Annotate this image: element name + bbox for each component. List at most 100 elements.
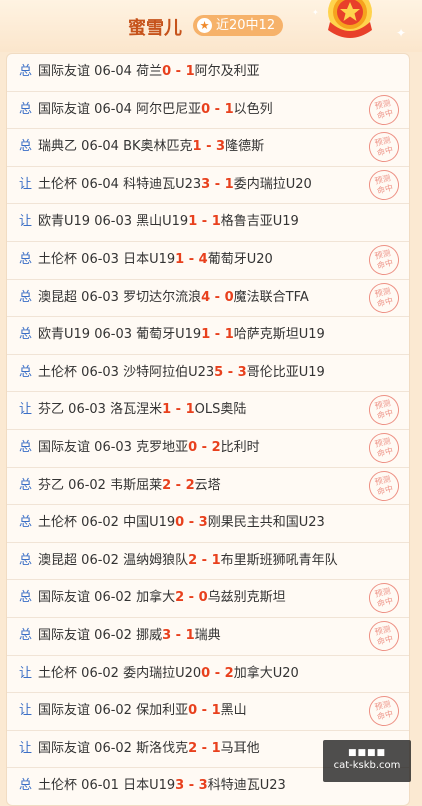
match-date: 06-02 [68,477,106,493]
match-row[interactable]: 让土伦杯 06-02 委内瑞拉U200 - 2加拿大U20 [7,656,409,694]
bet-type: 总 [19,101,33,117]
hit-stamp-icon: 预测 命中 [365,241,403,279]
expert-name: 蜜雪儿 [128,18,182,39]
match-row[interactable]: 让土伦杯 06-04 科特迪瓦U233 - 1委内瑞拉U20 预测 命中 [7,166,409,205]
home-team: 沙特阿拉伯U23 [123,364,215,380]
match-row[interactable]: 总芬乙 06-02 韦斯屈莱2 - 2云塔 预测 命中 [7,467,409,506]
league-name: 国际友谊 [38,740,91,756]
match-date: 06-03 [81,251,119,267]
record-badge: ★ 近20中12 [193,15,284,36]
away-team: 科特迪瓦U23 [207,778,286,794]
bet-type: 总 [19,778,33,794]
star-medal-icon [328,0,372,38]
bet-type: 让 [19,665,33,681]
away-team: 阿尔及利亚 [194,64,260,79]
match-date: 06-04 [81,176,119,192]
league-name: 欧青U19 [38,327,91,343]
prediction-list: 总国际友谊 06-04 荷兰0 - 1阿尔及利亚总国际友谊 06-04 阿尔巴尼… [6,53,410,806]
bet-type: 总 [19,289,33,305]
bet-type: 让 [19,176,33,192]
home-team: 日本U19 [123,251,176,267]
home-team: 韦斯屈莱 [110,477,163,493]
home-team: 荷兰 [136,64,163,79]
home-team: 黑山U19 [136,214,189,230]
match-row[interactable]: 总国际友谊 06-02 挪威3 - 1瑞典 预测 命中 [7,617,409,656]
match-date: 06-02 [94,703,132,719]
match-date: 06-04 [94,101,132,117]
hit-stamp-icon: 预测 命中 [365,693,403,730]
hit-stamp-icon: 预测 命中 [365,129,403,166]
match-row[interactable]: 总欧青U19 06-03 葡萄牙U191 - 1哈萨克斯坦U19 [7,317,409,355]
match-score: 1 - 1 [162,402,195,418]
match-date: 06-02 [94,590,132,606]
hit-stamp-icon: 预测 命中 [365,580,403,617]
hit-stamp-icon: 预测 命中 [365,91,403,128]
match-date: 06-03 [94,327,132,343]
watermark-mark: ■■■■ [347,748,386,758]
page-header: 蜜雪儿 ★ 近20中12 ✦ ✦ [0,0,422,52]
league-name: 土伦杯 [38,251,78,267]
match-score: 2 - 1 [188,740,221,756]
home-team: 中国U19 [123,515,176,531]
home-team: 温纳姆狼队 [123,552,189,568]
away-team: OLS奥陆 [194,402,247,418]
record-badge-label: 近20中12 [216,18,276,33]
match-score: 1 - 3 [192,139,226,155]
match-date: 06-03 [94,439,132,455]
match-row[interactable]: 总澳昆超 06-02 温纳姆狼队2 - 1布里斯班狮吼青年队 [7,543,409,581]
match-row[interactable]: 总国际友谊 06-04 阿尔巴尼亚0 - 1以色列 预测 命中 [7,91,409,130]
home-team: 阿尔巴尼亚 [136,101,202,117]
hit-stamp-icon: 预测 命中 [365,392,403,429]
bet-type: 总 [19,627,33,643]
hit-stamp-icon: 预测 命中 [365,279,403,316]
match-score: 0 - 2 [188,439,221,455]
match-row[interactable]: 总土伦杯 06-03 日本U191 - 4葡萄牙U20 预测 命中 [7,241,409,280]
home-team: 罗切达尔流浪 [123,289,202,305]
bet-type: 总 [19,327,33,343]
hit-stamp-icon: 预测 命中 [365,617,403,655]
match-row[interactable]: 让国际友谊 06-02 保加利亚0 - 1黑山 预测 命中 [7,693,409,731]
match-score: 1 - 1 [188,214,221,230]
league-name: 国际友谊 [38,627,91,643]
bet-type: 总 [19,439,33,455]
league-name: 土伦杯 [38,364,78,380]
away-team: 魔法联合TFA [233,289,309,305]
away-team: 哈萨克斯坦U19 [233,327,325,343]
away-team: 葡萄牙U20 [207,251,273,267]
home-team: 委内瑞拉U20 [123,665,202,681]
match-score: 2 - 2 [162,477,195,493]
bet-type: 总 [19,251,33,267]
home-team: 葡萄牙U19 [136,327,202,343]
away-team: 比利时 [220,439,260,455]
match-row[interactable]: 让欧青U19 06-03 黑山U191 - 1格鲁吉亚U19 [7,204,409,242]
league-name: 国际友谊 [38,439,91,455]
home-team: 斯洛伐克 [136,740,189,756]
match-row[interactable]: 总澳昆超 06-03 罗切达尔流浪4 - 0魔法联合TFA 预测 命中 [7,279,409,318]
bet-type: 让 [19,402,33,418]
match-score: 1 - 1 [201,327,234,343]
match-row[interactable]: 总国际友谊 06-04 荷兰0 - 1阿尔及利亚 [7,54,409,92]
match-row[interactable]: 总土伦杯 06-02 中国U190 - 3刚果民主共和国U23 [7,505,409,543]
match-row[interactable]: 让芬乙 06-03 洛瓦涅米1 - 1OLS奥陆 预测 命中 [7,392,409,430]
match-date: 06-04 [81,139,119,155]
match-date: 06-02 [81,665,119,681]
bet-type: 总 [19,552,33,568]
home-team: 克罗地亚 [136,439,189,455]
league-name: 国际友谊 [38,101,91,117]
match-score: 3 - 1 [201,176,234,192]
away-team: 黑山 [220,703,247,719]
home-team: 挪威 [136,627,163,643]
bet-type: 让 [19,214,33,230]
league-name: 土伦杯 [38,515,78,531]
league-name: 国际友谊 [38,590,91,606]
match-row[interactable]: 总国际友谊 06-03 克罗地亚0 - 2比利时 预测 命中 [7,429,409,468]
match-row[interactable]: 总土伦杯 06-03 沙特阿拉伯U235 - 3哥伦比亚U19 [7,355,409,393]
match-score: 2 - 1 [188,552,221,568]
match-row[interactable]: 总国际友谊 06-02 加拿大2 - 0乌兹别克斯坦 预测 命中 [7,580,409,618]
sparkle-icon: ✦ [312,8,319,17]
away-team: 乌兹别克斯坦 [207,590,286,606]
league-name: 土伦杯 [38,176,78,192]
away-team: 加拿大U20 [233,665,299,681]
match-row[interactable]: 总瑞典乙 06-04 BK奥林匹克1 - 3隆德斯 预测 命中 [7,129,409,167]
match-date: 06-03 [68,402,106,418]
